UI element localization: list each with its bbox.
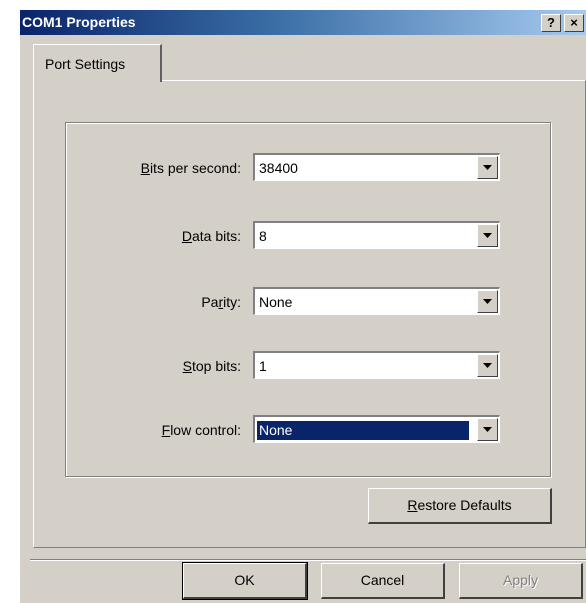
bits-per-second-combo[interactable]: 38400 <box>253 153 500 181</box>
dropdown-button[interactable] <box>477 354 498 377</box>
separator <box>30 559 586 561</box>
chevron-down-icon <box>483 427 492 432</box>
chevron-down-icon <box>483 299 492 304</box>
tab-label: Port Settings <box>45 56 126 72</box>
chevron-down-icon <box>483 363 492 368</box>
flow-control-value: None <box>257 421 469 440</box>
flow-control-label: Flow control: <box>161 422 241 438</box>
restore-defaults-button[interactable]: Restore Defaults <box>368 488 552 524</box>
stop-bits-value: 1 <box>259 358 267 374</box>
apply-button[interactable]: Apply <box>459 563 583 599</box>
title-bar[interactable]: COM1 Properties ? × <box>20 10 586 35</box>
chevron-down-icon <box>483 233 492 238</box>
tab-port-settings[interactable]: Port Settings <box>33 44 162 82</box>
stop-bits-label: Stop bits: <box>182 358 241 374</box>
data-bits-value: 8 <box>259 228 267 244</box>
parity-value: None <box>259 294 293 310</box>
close-icon: × <box>570 15 578 30</box>
help-button[interactable]: ? <box>541 14 561 32</box>
help-icon: ? <box>547 15 555 30</box>
cancel-button[interactable]: Cancel <box>321 563 445 599</box>
bits-per-second-value: 38400 <box>259 160 298 176</box>
bits-per-second-label: Bits per second: <box>140 160 241 176</box>
flow-control-combo[interactable]: None <box>253 415 500 443</box>
close-button[interactable]: × <box>564 14 584 32</box>
ok-button[interactable]: OK <box>182 562 308 600</box>
data-bits-label: Data bits: <box>181 228 241 244</box>
chevron-down-icon <box>483 165 492 170</box>
dropdown-button[interactable] <box>477 290 498 313</box>
parity-combo[interactable]: None <box>253 287 500 315</box>
dropdown-button[interactable] <box>477 156 498 179</box>
stop-bits-combo[interactable]: 1 <box>253 351 500 379</box>
dialog-window: COM1 Properties ? × Port Settings Bits p… <box>20 10 586 603</box>
parity-label: Parity: <box>201 294 241 310</box>
dropdown-button[interactable] <box>477 224 498 247</box>
window-title: COM1 Properties <box>22 14 136 30</box>
data-bits-combo[interactable]: 8 <box>253 221 500 249</box>
dropdown-button[interactable] <box>477 418 498 441</box>
